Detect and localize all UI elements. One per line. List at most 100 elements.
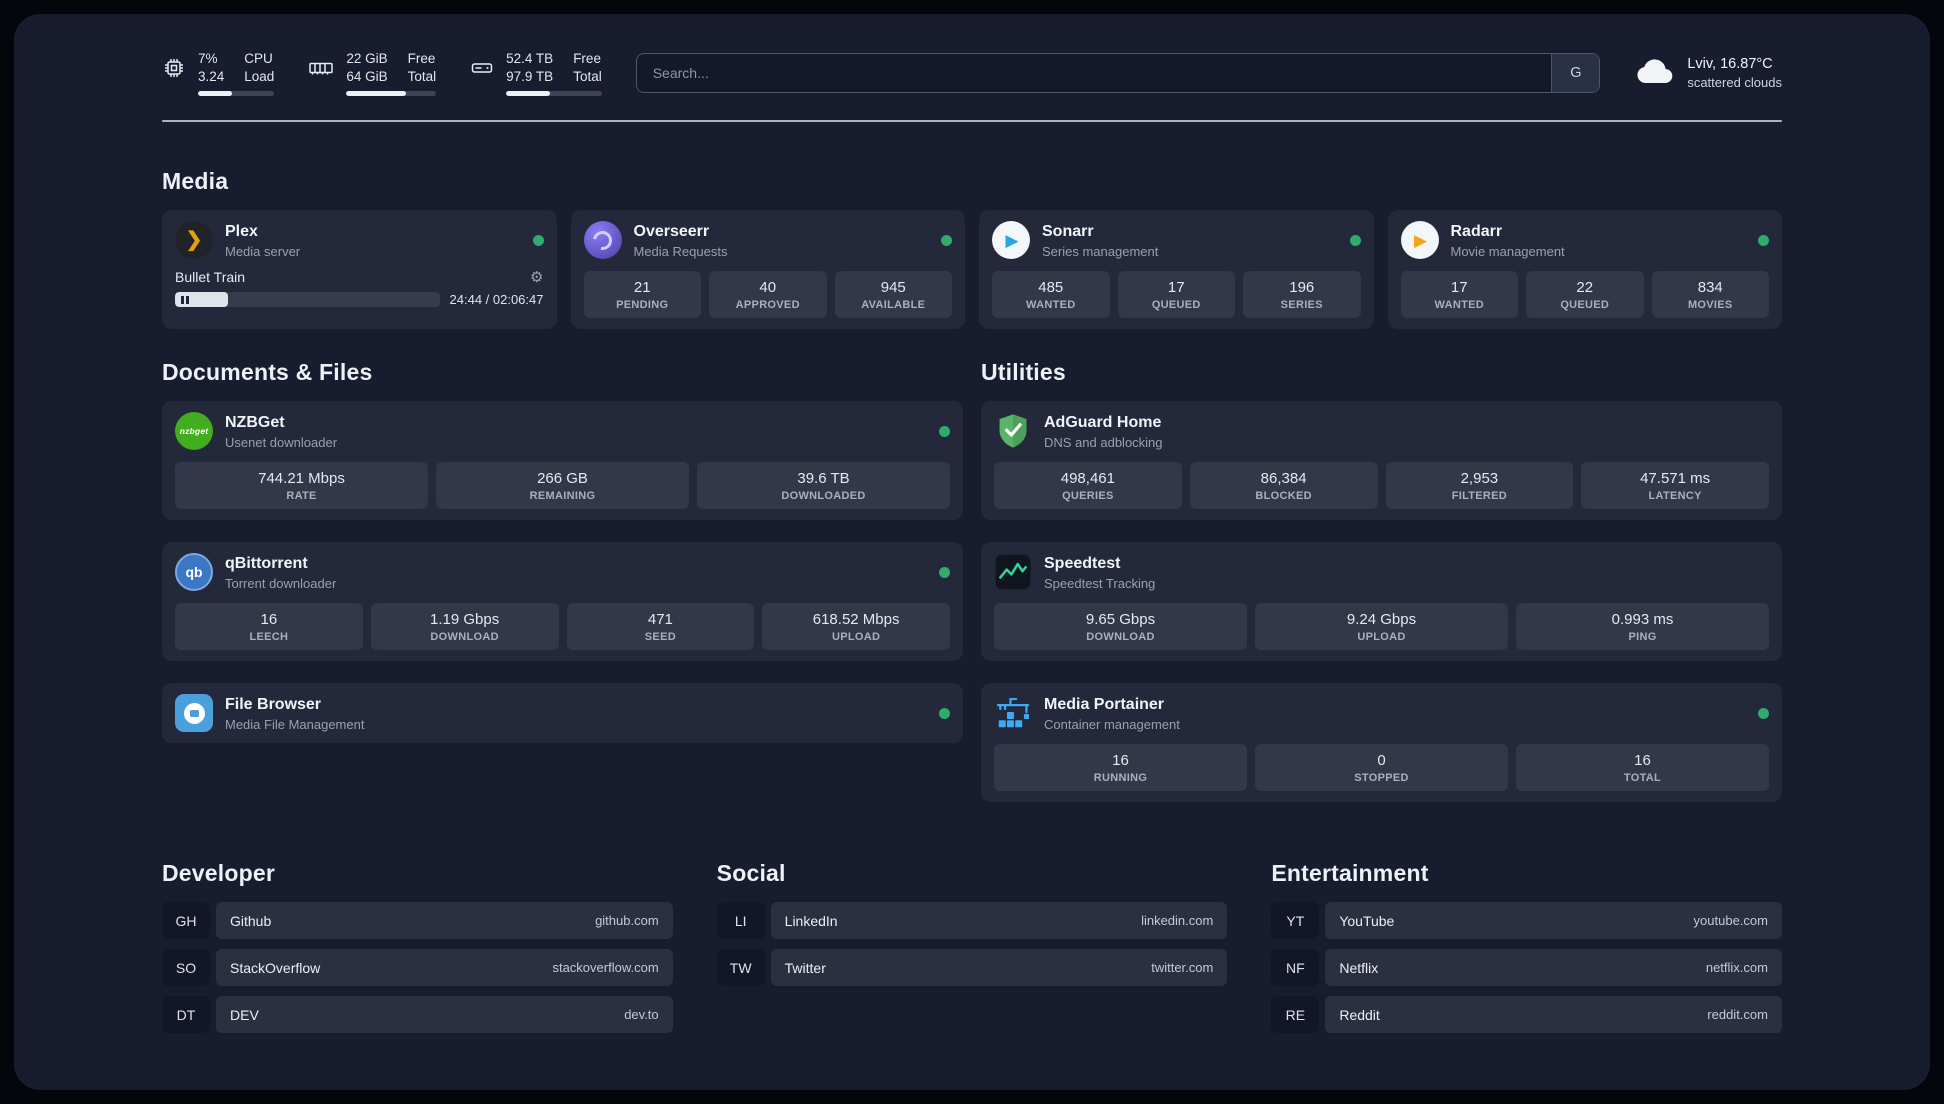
sonarr-icon: ▶ — [992, 221, 1030, 260]
pause-icon[interactable] — [181, 295, 189, 304]
adguard-icon — [994, 412, 1032, 450]
overseerr-icon — [583, 221, 622, 260]
bookmark-dev[interactable]: DT DEV dev.to — [162, 996, 673, 1034]
stat-stopped: 0 STOPPED — [1255, 744, 1508, 792]
stat-label: FILTERED — [1451, 490, 1508, 503]
bookmark-github[interactable]: GH Github github.com — [162, 902, 673, 940]
gear-icon[interactable]: ⚙ — [530, 270, 543, 285]
card-plex: ❯ Plex Media server Bullet Train ⚙ 24:44… — [162, 210, 557, 330]
bookmark-youtube[interactable]: YT YouTube youtube.com — [1271, 902, 1782, 940]
adguard-link[interactable]: AdGuard Home DNS and adblocking — [994, 412, 1769, 450]
bookmark-domain: reddit.com — [1707, 1007, 1768, 1023]
stat-value: 17 — [1167, 279, 1185, 297]
bookmark-domain: youtube.com — [1693, 913, 1768, 929]
cpu-icon — [162, 56, 186, 80]
stat-value: 21 — [633, 279, 651, 297]
overseerr-status-dot — [941, 234, 952, 246]
radarr-link[interactable]: ▶ Radarr Movie management — [1400, 221, 1769, 260]
disk-labels: Free Total — [573, 50, 602, 86]
card-adguard: AdGuard Home DNS and adblocking 498,461 … — [981, 401, 1782, 521]
stat-label: DOWNLOAD — [430, 631, 499, 644]
plex-icon: ❯ — [175, 221, 213, 260]
plex-subtitle: Media server — [225, 243, 301, 259]
memory-progress-bar — [346, 91, 437, 97]
portainer-link[interactable]: Media Portainer Container management — [994, 694, 1769, 732]
adguard-title: AdGuard Home — [1044, 414, 1162, 432]
card-overseerr: Overseerr Media Requests 21 PENDING 40 A… — [570, 210, 965, 330]
memory-labels: Free Total — [408, 50, 437, 86]
stat-latency: 47.571 ms LATENCY — [1581, 462, 1769, 510]
qbittorrent-status-dot — [939, 566, 950, 578]
disk-free: 52.4 TB — [506, 51, 554, 66]
speedtest-link[interactable]: Speedtest Speedtest Tracking — [994, 553, 1769, 591]
weather-location: Lviv, 16.87°C — [1687, 55, 1773, 72]
search-input[interactable] — [636, 54, 1552, 93]
cpu-percent: 7% — [198, 51, 218, 66]
bookmark-linkedin[interactable]: LI LinkedIn linkedin.com — [716, 902, 1228, 940]
bookmark-name: Netflix — [1339, 959, 1379, 976]
plex-progress-fill — [175, 292, 228, 308]
stat-label: AVAILABLE — [861, 299, 926, 312]
stat-value: 0 — [1377, 752, 1386, 770]
search-provider-button[interactable]: G — [1551, 54, 1600, 93]
qbittorrent-link[interactable]: qb qBittorrent Torrent downloader — [175, 553, 950, 592]
bookmark-name: LinkedIn — [784, 912, 838, 929]
card-qbittorrent: qb qBittorrent Torrent downloader 16 LEE… — [162, 542, 963, 662]
bookmark-stackoverflow[interactable]: SO StackOverflow stackoverflow.com — [162, 949, 673, 987]
cpu-progress-bar — [198, 91, 275, 97]
stat-value: 22 — [1576, 279, 1594, 297]
filebrowser-title: File Browser — [225, 696, 322, 714]
disk-progress-fill — [506, 91, 551, 97]
card-filebrowser: File Browser Media File Management — [162, 683, 963, 744]
stat-value: 744.21 Mbps — [258, 470, 345, 488]
bookmark-reddit[interactable]: RE Reddit reddit.com — [1271, 996, 1782, 1034]
sonarr-subtitle: Series management — [1042, 243, 1159, 259]
memory-values: 22 GiB 64 GiB — [346, 50, 387, 86]
portainer-subtitle: Container management — [1044, 716, 1180, 732]
bookmark-domain: twitter.com — [1151, 960, 1214, 976]
topbar-divider — [162, 120, 1782, 123]
sonarr-link[interactable]: ▶ Sonarr Series management — [992, 221, 1361, 260]
filebrowser-status-dot — [939, 707, 950, 719]
stat-label: BLOCKED — [1255, 490, 1312, 503]
nzbget-link[interactable]: nzbget NZBGet Usenet downloader — [175, 412, 950, 451]
bookmark-twitter[interactable]: TW Twitter twitter.com — [716, 949, 1228, 987]
radarr-subtitle: Movie management — [1450, 243, 1565, 259]
weather-condition: scattered clouds — [1687, 75, 1782, 91]
stat-value: 498,461 — [1060, 470, 1115, 488]
stat-seed: 471 SEED — [566, 603, 755, 651]
stat-pending: 21 PENDING — [583, 271, 701, 319]
stat-label: PENDING — [616, 299, 669, 312]
stat-value: 196 — [1289, 279, 1315, 297]
filebrowser-link[interactable]: File Browser Media File Management — [175, 694, 950, 733]
bookmark-domain: github.com — [595, 913, 659, 929]
stat-value: 16 — [1112, 752, 1129, 770]
bookmark-netflix[interactable]: NF Netflix netflix.com — [1271, 949, 1782, 987]
memory-widget: 22 GiB 64 GiB Free Total — [308, 50, 437, 97]
stat-value: 618.52 Mbps — [812, 611, 900, 629]
adguard-subtitle: DNS and adblocking — [1044, 434, 1163, 450]
stat-label: QUERIES — [1062, 490, 1114, 503]
bookmark-group-title: Developer — [162, 860, 276, 887]
plex-link[interactable]: ❯ Plex Media server — [175, 221, 544, 260]
bookmark-group-social: Social LI LinkedIn linkedin.com TW Twitt… — [716, 860, 1228, 1033]
memory-icon — [308, 56, 334, 80]
stat-value: 9.24 Gbps — [1346, 611, 1417, 629]
section-title-documents: Documents & Files — [162, 359, 373, 386]
overseerr-link[interactable]: Overseerr Media Requests — [583, 221, 952, 260]
card-portainer: Media Portainer Container management 16 … — [981, 683, 1782, 803]
qbittorrent-icon: qb — [175, 553, 213, 592]
nzbget-status-dot — [939, 425, 950, 437]
stat-download: 1.19 Gbps DOWNLOAD — [370, 603, 559, 651]
memory-progress-fill — [346, 91, 406, 97]
stat-label: SERIES — [1280, 299, 1323, 312]
stat-value: 47.571 ms — [1640, 470, 1711, 488]
stat-running: 16 RUNNING — [994, 744, 1247, 792]
overseerr-title: Overseerr — [633, 223, 710, 241]
bookmark-name: Twitter — [784, 959, 826, 976]
speedtest-icon — [994, 553, 1032, 591]
bookmark-abbr: TW — [716, 949, 765, 987]
stat-label: TOTAL — [1623, 772, 1662, 785]
stat-upload: 618.52 Mbps UPLOAD — [762, 603, 950, 651]
stat-upload: 9.24 Gbps UPLOAD — [1255, 603, 1508, 651]
